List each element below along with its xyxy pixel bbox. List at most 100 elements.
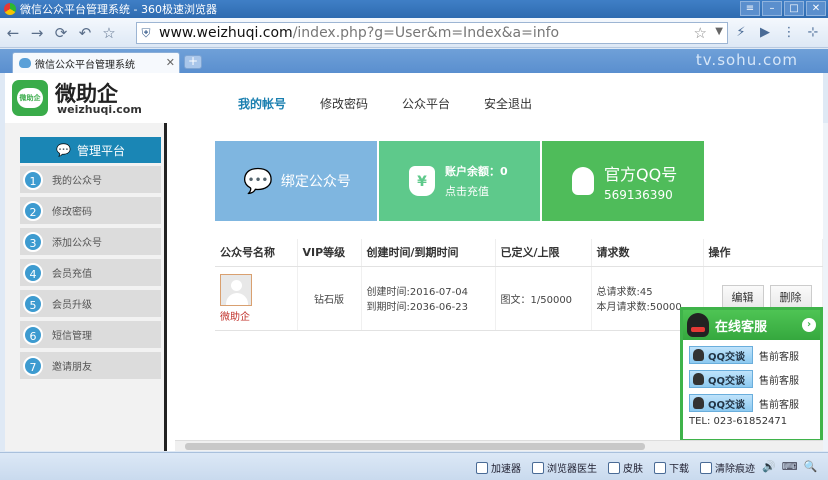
nav-my-account[interactable]: 我的帐号 bbox=[238, 95, 286, 112]
sidebar: 💬 管理平台 1 我的公众号 2 修改密码 3 添加公众号 4 会员充值 5 会… bbox=[5, 123, 167, 451]
watermark: tv.sohu.com bbox=[695, 51, 798, 69]
wechat-icon: 💬 bbox=[243, 167, 273, 195]
keyboard-icon[interactable]: ⌨ bbox=[782, 460, 798, 473]
sidebar-item-add-account[interactable]: 3 添加公众号 bbox=[20, 228, 161, 255]
qq-chat-label: QQ交谈 bbox=[708, 351, 746, 363]
apps-icon[interactable]: ⊹ bbox=[804, 24, 822, 42]
sidebar-item-label: 短信管理 bbox=[52, 331, 92, 342]
url-path: /index.php?g=User&m=Index&a=info bbox=[292, 25, 560, 41]
status-clear-traces[interactable]: 清除痕迹 bbox=[700, 460, 755, 475]
cell-time: 创建时间:2016-07-04 到期时间:2036-06-23 bbox=[361, 266, 496, 331]
service-row: QQ交谈 售前客服 bbox=[689, 370, 820, 388]
speaker-icon[interactable]: 🔊 bbox=[762, 460, 776, 473]
service-row: QQ交谈 售前客服 bbox=[689, 346, 820, 364]
sidebar-item-label: 修改密码 bbox=[52, 207, 92, 218]
chevron-right-icon[interactable]: › bbox=[802, 318, 816, 332]
download-icon bbox=[654, 461, 666, 474]
service-row: QQ交谈 售前客服 bbox=[689, 394, 820, 412]
col-actions: 操作 bbox=[703, 239, 823, 267]
shield-icon: ⛨ bbox=[141, 25, 151, 40]
broom-icon bbox=[700, 461, 712, 474]
chevron-down-icon[interactable]: ▼ bbox=[715, 26, 723, 37]
url-host: www.weizhuqi.com bbox=[159, 25, 293, 41]
sidebar-item-label: 邀请朋友 bbox=[52, 362, 92, 373]
qq-chat-button[interactable]: QQ交谈 bbox=[689, 370, 753, 388]
qq-chat-button[interactable]: QQ交谈 bbox=[689, 346, 753, 364]
service-title: 在线客服 bbox=[715, 319, 768, 335]
qq-chat-button[interactable]: QQ交谈 bbox=[689, 394, 753, 412]
top-nav: 我的帐号 修改密码 公众平台 安全退出 bbox=[238, 95, 566, 112]
sidebar-item-upgrade[interactable]: 5 会员升级 bbox=[20, 290, 161, 317]
vertical-scrollbar[interactable] bbox=[823, 123, 828, 451]
qq-mini-icon bbox=[693, 373, 704, 385]
recharge-link[interactable]: 点击充值 bbox=[445, 183, 508, 199]
menu-icon[interactable]: ≡ bbox=[740, 1, 760, 16]
service-label: 售前客服 bbox=[759, 375, 799, 387]
undo-icon[interactable]: ↶ bbox=[74, 22, 96, 44]
extensions-icon[interactable]: ⋮ bbox=[780, 24, 798, 42]
browser-logo-icon bbox=[4, 3, 16, 15]
nav-public-platform[interactable]: 公众平台 bbox=[402, 95, 450, 112]
bookmark-star-icon[interactable]: ☆ bbox=[694, 24, 707, 42]
status-download[interactable]: 下载 bbox=[654, 460, 689, 475]
sidebar-item-my-accounts[interactable]: 1 我的公众号 bbox=[20, 166, 161, 193]
sidebar-item-change-password[interactable]: 2 修改密码 bbox=[20, 197, 161, 224]
col-time: 创建时间/到期时间 bbox=[361, 239, 496, 267]
refresh-icon[interactable]: ⟳ bbox=[50, 22, 72, 44]
sidebar-item-label: 会员充值 bbox=[52, 269, 92, 280]
status-accelerator[interactable]: 加速器 bbox=[476, 460, 521, 475]
sidebar-item-recharge[interactable]: 4 会员充值 bbox=[20, 259, 161, 286]
money-bag-icon: ¥ bbox=[409, 166, 435, 196]
official-qq-card: 官方QQ号 569136390 bbox=[542, 141, 704, 221]
sidebar-item-label: 添加公众号 bbox=[52, 238, 102, 249]
service-header[interactable]: 在线客服 › bbox=[683, 310, 820, 340]
status-skin[interactable]: 皮肤 bbox=[608, 460, 643, 475]
nav-logout[interactable]: 安全退出 bbox=[484, 95, 532, 112]
tab-close-icon[interactable]: ✕ bbox=[166, 56, 175, 69]
lightning-icon[interactable]: ⚡ bbox=[732, 24, 750, 42]
horizontal-scrollbar[interactable] bbox=[175, 440, 823, 451]
accelerator-icon bbox=[476, 461, 488, 474]
status-doctor[interactable]: 浏览器医生 bbox=[532, 460, 597, 475]
browser-toolbar: ← → ⟳ ↶ ☆ ⛨ www.weizhuqi.com/index.php?g… bbox=[0, 18, 828, 48]
qq-chat-label: QQ交谈 bbox=[708, 375, 746, 387]
forward-icon[interactable]: → bbox=[26, 22, 48, 44]
minimize-icon[interactable]: – bbox=[762, 1, 782, 16]
avatar[interactable] bbox=[220, 273, 252, 306]
tab-active[interactable]: 微信公众平台管理系统 ✕ bbox=[12, 52, 180, 73]
tab-title: 微信公众平台管理系统 bbox=[35, 59, 135, 71]
sidebar-item-number: 6 bbox=[23, 324, 43, 345]
status-label: 加速器 bbox=[491, 464, 521, 475]
online-service-widget: 在线客服 › QQ交谈 售前客服 QQ交谈 售前客服 QQ交谈 售前客服 TEL… bbox=[680, 307, 823, 442]
scroll-thumb[interactable] bbox=[185, 443, 645, 450]
nav-change-password[interactable]: 修改密码 bbox=[320, 95, 368, 112]
logo-icon[interactable]: 微助企 bbox=[12, 80, 48, 116]
col-name: 公众号名称 bbox=[215, 239, 298, 267]
close-icon[interactable]: ✕ bbox=[806, 1, 826, 16]
doctor-icon bbox=[532, 461, 544, 474]
col-requests: 请求数 bbox=[591, 239, 704, 267]
qq-penguin-icon bbox=[687, 313, 709, 337]
status-label: 下载 bbox=[669, 464, 689, 475]
back-icon[interactable]: ← bbox=[2, 22, 24, 44]
sidebar-heading-label: 管理平台 bbox=[76, 143, 125, 158]
sidebar-heading: 💬 管理平台 bbox=[20, 137, 161, 163]
account-name[interactable]: 微助企 bbox=[220, 308, 297, 323]
favicon-icon bbox=[19, 58, 31, 68]
new-tab-button[interactable]: + bbox=[184, 55, 202, 69]
sidebar-item-number: 4 bbox=[23, 262, 43, 283]
maximize-icon[interactable]: □ bbox=[784, 1, 804, 16]
address-bar[interactable]: ⛨ www.weizhuqi.com/index.php?g=User&m=In… bbox=[136, 22, 728, 44]
sidebar-item-invite[interactable]: 7 邀请朋友 bbox=[20, 352, 161, 379]
created-time: 创建时间:2016-07-04 bbox=[366, 287, 468, 298]
toolbar-right: ⚡ ▶ ⋮ ⊹ bbox=[732, 24, 822, 42]
sidebar-item-sms[interactable]: 6 短信管理 bbox=[20, 321, 161, 348]
home-icon[interactable]: ☆ bbox=[98, 22, 120, 44]
play-icon[interactable]: ▶ bbox=[756, 24, 774, 42]
cell-defined: 图文：1/50000 bbox=[495, 266, 592, 331]
window-title: 微信公众平台管理系统 - 360极速浏览器 bbox=[20, 3, 217, 16]
zoom-icon[interactable]: 🔍 bbox=[804, 460, 818, 473]
status-tail: 🔊 ⌨ 🔍 bbox=[762, 460, 817, 473]
bind-account-card[interactable]: 💬 绑定公众号 bbox=[215, 141, 377, 221]
balance-card[interactable]: ¥ 账户余额：0 点击充值 bbox=[379, 141, 540, 221]
